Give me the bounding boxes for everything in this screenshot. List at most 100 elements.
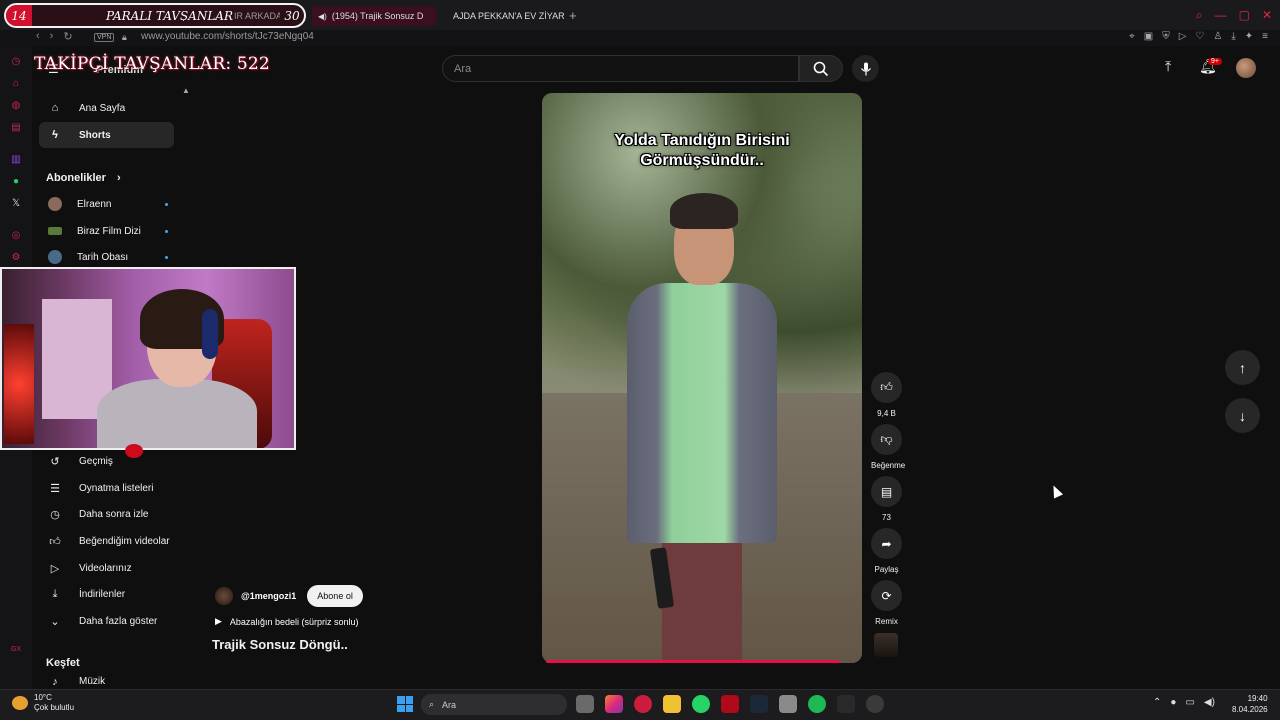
sidebar-item-show-more[interactable]: ⌄ Daha fazla göster	[39, 608, 174, 634]
lock-icon[interactable]: 🔒︎	[122, 32, 127, 43]
close-button[interactable]: ✕	[1262, 8, 1272, 23]
display-icon[interactable]: ▭	[1185, 697, 1194, 708]
sidebar-item-home[interactable]: ⌂ Ana Sayfa	[39, 95, 174, 121]
windows-start-icon[interactable]	[397, 696, 413, 712]
new-tab-button[interactable]: +	[569, 8, 577, 23]
file-explorer-icon[interactable]	[663, 695, 681, 713]
share-button[interactable]: ➦	[871, 528, 902, 559]
clock-icon: ◷	[50, 508, 60, 521]
spotify-icon[interactable]	[808, 695, 826, 713]
time: 19:40	[1247, 694, 1268, 703]
account-avatar[interactable]	[1236, 58, 1256, 78]
voice-search-button[interactable]	[852, 55, 879, 82]
sidebar-item-liked-videos[interactable]: 👍︎ Beğendiğim videolar	[39, 528, 174, 554]
download-icon: ⤓	[52, 587, 58, 600]
gx-icon[interactable]: GX	[10, 646, 22, 658]
opera-gx-icon[interactable]	[634, 695, 652, 713]
taskbar-search[interactable]: ⌕ Ara	[421, 694, 567, 715]
player-icon[interactable]: ◎	[10, 230, 22, 242]
sidebar-item-history[interactable]: ↺ Geçmiş	[39, 448, 174, 474]
weather-widget[interactable]: 10°C Çok bulutlu	[12, 693, 74, 713]
sidebar-item-your-videos[interactable]: ▷ Videolarınız	[39, 555, 174, 581]
thumbs-down-icon: 👎︎	[880, 432, 893, 446]
browser-tab[interactable]: AJDA PEKKAN'A EV ZİYAR	[442, 6, 566, 26]
sidebar-item-label: Daha sonra izle	[79, 508, 149, 520]
forward-button[interactable]: ›	[50, 30, 54, 43]
new-content-dot	[165, 229, 168, 233]
task-view-icon[interactable]	[576, 695, 594, 713]
subscriptions-heading[interactable]: Abonelikler ›	[46, 172, 121, 184]
minimize-button[interactable]: —	[1215, 8, 1227, 23]
browser-tab-active[interactable]: ◀) (1954) Trajik Sonsuz D	[312, 6, 436, 26]
volume-icon[interactable]: ◀)	[1204, 697, 1215, 708]
sidebar-item-label: Biraz Film Dizi	[77, 225, 141, 237]
maximize-button[interactable]: ▢	[1239, 8, 1250, 23]
back-button[interactable]: ‹	[36, 30, 40, 43]
whatsapp-icon[interactable]: ●	[10, 176, 22, 188]
obs-icon[interactable]	[866, 695, 884, 713]
linked-video[interactable]: ▶ Abazalığın bedeli (sürpriz sonlu)	[215, 616, 359, 627]
netflix-icon[interactable]	[721, 695, 739, 713]
microphone-icon[interactable]: ●	[1170, 697, 1176, 708]
banner-left-number: 14	[6, 5, 32, 26]
bag-icon[interactable]: ⌂	[10, 78, 22, 90]
chevron-up-icon[interactable]: ⌃	[1153, 697, 1161, 708]
x-icon[interactable]: 𝕏	[10, 198, 22, 210]
share-icon: ➦	[881, 536, 892, 551]
vpn-badge[interactable]: VPN	[94, 33, 115, 42]
snapshot-icon[interactable]: ▣	[1144, 31, 1153, 42]
sound-channel-thumbnail[interactable]	[874, 633, 898, 657]
whatsapp-icon[interactable]	[692, 695, 710, 713]
sidebar-item-playlists[interactable]: ☰ Oynatma listeleri	[39, 475, 174, 501]
profile-icon[interactable]: ♙	[1213, 31, 1222, 42]
sidebar-item-downloads[interactable]: ⤓ İndirilenler	[39, 581, 174, 607]
system-tray: ⌃ ● ▭ ◀)	[1153, 697, 1215, 708]
sidebar-item-music[interactable]: ♪ Müzik	[39, 676, 174, 689]
heart-icon[interactable]: ♡	[1195, 31, 1204, 42]
settings-icon[interactable]: ⚙	[10, 252, 22, 264]
menu-icon[interactable]: ≡	[1262, 31, 1268, 42]
notification-badge: 9+	[1208, 58, 1222, 65]
mouse-cursor	[1048, 483, 1064, 499]
short-title[interactable]: Trajik Sonsuz Döngü..	[212, 637, 348, 652]
pin-icon[interactable]: ⌖	[1129, 31, 1135, 42]
like-button[interactable]: 👍︎	[871, 372, 902, 403]
ai-icon[interactable]: ✦	[1245, 31, 1253, 42]
taskbar-clock[interactable]: 19:40 8.04.2026	[1232, 693, 1268, 715]
messenger-icon[interactable]: ◍	[10, 100, 22, 112]
scroll-up-icon[interactable]: ▲	[182, 86, 190, 95]
create-upload-icon[interactable]: ⤒	[1165, 58, 1171, 75]
search-input[interactable]: Ara	[442, 55, 799, 82]
arrow-up-icon: ↑	[1239, 359, 1246, 376]
media-player-icon[interactable]	[837, 695, 855, 713]
search-icon[interactable]: ⌕	[1196, 8, 1203, 23]
shield-icon[interactable]: ⛨	[1162, 31, 1170, 42]
channel-name[interactable]: @1mengozi1	[241, 591, 296, 601]
news-icon[interactable]: ▤	[10, 122, 22, 134]
sidebar-item-shorts[interactable]: ϟ Shorts	[39, 122, 174, 148]
steam-icon[interactable]	[750, 695, 768, 713]
sidebar-item-elraenn[interactable]: Elraenn	[39, 191, 174, 217]
search-button[interactable]	[799, 55, 843, 82]
download-icon[interactable]: ⤓	[1231, 31, 1235, 42]
comments-button[interactable]: ▤	[871, 476, 902, 507]
previous-short-button[interactable]: ↑	[1225, 350, 1260, 385]
url-text[interactable]: www.youtube.com/shorts/tJc73eNgq04	[141, 31, 314, 42]
shorts-video-player[interactable]: Yolda Tanıdığın Birisini Görmüşsündür..	[542, 93, 862, 663]
sidebar-item-biraz-film-dizi[interactable]: Biraz Film Dizi	[39, 218, 174, 244]
sidebar-item-watch-later[interactable]: ◷ Daha sonra izle	[39, 501, 174, 527]
video-progress-bar[interactable]	[546, 660, 840, 663]
twitch-icon[interactable]: ▥	[10, 154, 22, 166]
subscribe-button[interactable]: Abone ol	[307, 585, 363, 607]
remix-button[interactable]: ⟳	[871, 580, 902, 611]
decorative-blood-drop	[125, 444, 143, 458]
reload-button[interactable]: ↻	[63, 30, 72, 43]
play-icon[interactable]: ▷	[1179, 31, 1187, 42]
history-icon[interactable]: ◷	[10, 56, 22, 68]
instagram-icon[interactable]	[605, 695, 623, 713]
home-icon: ⌂	[51, 102, 59, 114]
photos-icon[interactable]	[779, 695, 797, 713]
channel-avatar[interactable]	[215, 587, 233, 605]
dislike-button[interactable]: 👎︎	[871, 424, 902, 455]
next-short-button[interactable]: ↓	[1225, 398, 1260, 433]
